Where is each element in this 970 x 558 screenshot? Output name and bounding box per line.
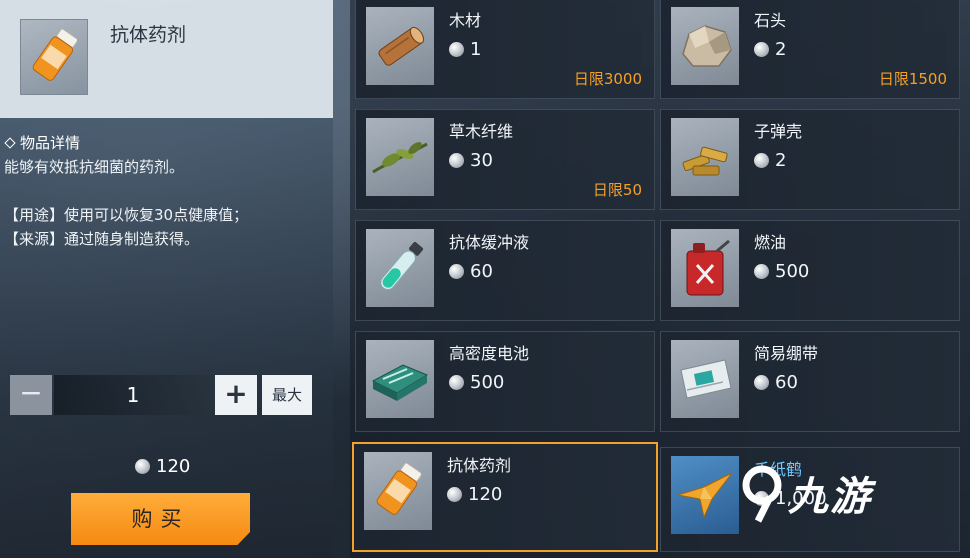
detail-item-title: 抗体药剂 [110,24,187,46]
silver-coin-icon [754,375,769,390]
item-name: 高密度电池 [449,344,530,363]
item-icon-frame [671,340,739,418]
bandage-icon [680,359,732,399]
item-price-value: 500 [775,261,810,282]
total-price-value: 120 [156,456,191,477]
item-icon-frame [671,118,739,196]
total-price: 120 [135,456,190,477]
item-usage: 【用途】使用可以恢复30点健康值； [4,206,249,224]
item-price-value: 120 [468,484,503,505]
silver-coin-icon [135,459,150,474]
item-price: 2 [754,39,786,60]
buy-button[interactable]: 购买 [71,493,250,545]
item-name: 抗体药剂 [447,456,512,475]
decrease-quantity-button[interactable]: − [10,375,52,415]
quantity-stepper: − 1 + 最大 [10,375,315,415]
silver-coin-icon [447,487,462,502]
silver-coin-icon [449,375,464,390]
shop-item-card[interactable]: 子弹壳 2 [660,109,960,210]
item-icon-frame [671,7,739,85]
diamond-icon [4,137,16,149]
silver-coin-icon [449,264,464,279]
shop-item-card[interactable]: 草木纤维 30 日限50 [355,109,655,210]
daily-limit: 日限3000 [573,70,642,88]
shop-item-card[interactable]: 简易绷带 60 [660,331,960,432]
shop-item-card[interactable]: 燃油 500 [660,220,960,321]
item-icon-frame [671,456,739,534]
shop-item-card[interactable]: 木材 1 日限3000 [355,0,655,99]
item-name: 燃油 [754,233,787,252]
item-price: 1 [449,39,481,60]
item-price: 60 [754,372,798,393]
silver-coin-icon [449,42,464,57]
item-icon-frame [366,340,434,418]
item-name: 子弹壳 [754,122,803,141]
item-source: 【来源】通过随身制造获得。 [4,230,200,248]
item-price: 60 [449,261,493,282]
item-price: 120 [447,484,502,505]
item-price-value: 2 [775,150,787,171]
item-price-value: 1 [470,39,482,60]
shop-item-card[interactable]: 抗体缓冲液 60 [355,220,655,321]
daily-limit: 日限50 [592,181,642,199]
item-price: 30 [449,150,493,171]
item-detail-panel: 抗体药剂 物品详情 能够有效抵抗细菌的药剂。 【用途】使用可以恢复30点健康值；… [0,0,333,558]
watermark: 九游 [740,458,940,528]
item-description: 能够有效抵抗细菌的药剂。 [4,158,185,176]
item-icon-frame [671,229,739,307]
item-icon-frame [366,7,434,85]
plant-fiber-icon [372,142,428,174]
fuel-can-icon [686,239,730,296]
watermark-logo-icon [742,465,782,523]
increase-quantity-button[interactable]: + [215,375,257,415]
item-price-value: 60 [470,261,493,282]
silver-coin-icon [754,153,769,168]
item-price-value: 30 [470,150,493,171]
detail-header: 抗体药剂 [0,0,333,118]
item-icon-frame [364,452,432,530]
item-name: 木材 [449,11,482,30]
item-icon-frame [366,118,434,196]
shop-item-card[interactable]: 高密度电池 500 [355,331,655,432]
shop-item-card-selected[interactable]: 抗体药剂 120 [352,442,658,552]
bullet-shell-icon [682,146,728,176]
silver-coin-icon [754,264,769,279]
pill-bottle-icon [32,28,77,81]
shop-item-card[interactable]: 石头 2 日限1500 [660,0,960,99]
stone-icon [682,25,732,67]
detail-item-thumbnail [20,19,88,95]
item-price-value: 2 [775,39,787,60]
silver-coin-icon [754,42,769,57]
pill-bottle-icon [376,462,421,515]
silver-coin-icon [449,153,464,168]
detail-body [0,118,333,558]
wood-log-icon [378,26,425,66]
battery-pack-icon [371,364,429,401]
paper-crane-icon [677,472,733,519]
item-price: 2 [754,150,786,171]
info-heading-text: 物品详情 [20,134,81,152]
info-heading: 物品详情 [4,132,80,153]
item-price: 500 [754,261,809,282]
item-name: 简易绷带 [754,344,819,363]
item-price: 500 [449,372,504,393]
item-price-value: 500 [470,372,505,393]
watermark-text: 九游 [788,474,872,520]
quantity-input[interactable]: 1 [54,375,212,415]
test-tube-icon [380,241,424,291]
daily-limit: 日限1500 [878,70,947,88]
item-name: 抗体缓冲液 [449,233,530,252]
item-name: 草木纤维 [449,122,514,141]
item-price-value: 60 [775,372,798,393]
item-icon-frame [366,229,434,307]
item-name: 石头 [754,11,787,30]
max-quantity-button[interactable]: 最大 [262,375,312,415]
